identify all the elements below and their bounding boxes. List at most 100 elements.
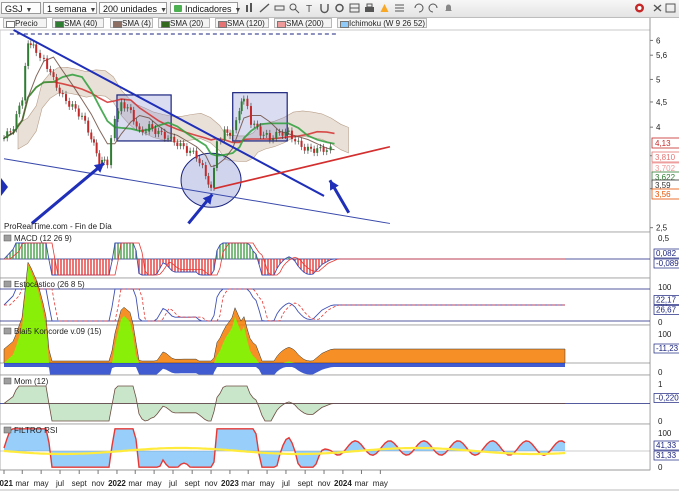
- time-tick-label: nov: [318, 479, 331, 488]
- candle-body: [281, 132, 284, 136]
- menu-icon[interactable]: [664, 2, 677, 14]
- candle-body: [210, 184, 213, 188]
- legend-item[interactable]: Precio: [3, 18, 47, 28]
- legend-item[interactable]: SMA (4): [110, 18, 153, 28]
- legend-swatch: [277, 21, 286, 28]
- time-tick-label: may: [34, 479, 49, 488]
- candle-body: [135, 121, 138, 127]
- time-tick-label: mar: [241, 479, 255, 488]
- value-badge-text: 0,082: [656, 249, 677, 258]
- units-selector[interactable]: 200 unidades ▼: [99, 2, 167, 14]
- candle-body: [182, 143, 185, 147]
- time-tick-label: mar: [15, 479, 29, 488]
- indicator-axis-label: 100: [658, 283, 672, 292]
- candle-body: [61, 93, 64, 95]
- candle-body: [144, 131, 147, 133]
- candle-body: [231, 130, 234, 136]
- time-tick-label: mar: [128, 479, 142, 488]
- price-value-badge-text: 3,810: [655, 153, 676, 162]
- legend-item[interactable]: SMA (120): [215, 18, 269, 28]
- candle-body: [294, 139, 297, 142]
- value-badge-text: -0,220: [656, 394, 679, 403]
- candle-body: [90, 132, 93, 140]
- value-badge-text: 26,67: [656, 306, 677, 315]
- candle-body: [27, 43, 30, 66]
- candle-body: [275, 131, 278, 139]
- magnet-icon[interactable]: [318, 2, 331, 14]
- candle-body: [306, 146, 309, 151]
- time-tick-label: 2022: [108, 479, 126, 488]
- legend-item[interactable]: SMA (20): [158, 18, 210, 28]
- indicator-axis-label: 0: [658, 417, 663, 426]
- candle-body: [316, 148, 319, 153]
- legend-swatch: [340, 21, 349, 28]
- candle-body: [35, 44, 38, 53]
- redo-icon[interactable]: [427, 2, 440, 14]
- list-icon[interactable]: [393, 2, 406, 14]
- price-tick-label: 2,5: [656, 224, 668, 233]
- candle-body: [242, 98, 245, 102]
- candle-body: [141, 129, 144, 133]
- candle-body: [198, 158, 201, 164]
- candle-body: [68, 100, 71, 107]
- time-tick-label: jul: [281, 479, 290, 488]
- close-icon[interactable]: [651, 2, 664, 14]
- legend-item[interactable]: SMA (200): [274, 18, 332, 28]
- candle-body: [52, 72, 55, 78]
- chart-type-icon[interactable]: [243, 2, 256, 14]
- time-tick-label: may: [260, 479, 275, 488]
- timeframe-selector[interactable]: 1 semana ▼: [43, 2, 97, 14]
- bell-icon[interactable]: [442, 2, 455, 14]
- candle-body: [110, 138, 113, 166]
- time-tick-label: 2024: [334, 479, 352, 488]
- price-value-badge-text: 3,56: [655, 190, 671, 199]
- value-badges: 0,082-0,089 22,1726,67 -11,23 -0,220 41,3331…: [651, 137, 679, 461]
- print-icon[interactable]: [363, 2, 376, 14]
- candle-body: [113, 118, 116, 139]
- highlight-box: [116, 94, 172, 142]
- undo-icon[interactable]: [412, 2, 425, 14]
- layout-icon[interactable]: [348, 2, 361, 14]
- candle-body: [235, 120, 238, 131]
- panel-title: Estocástico (26 8 5): [14, 280, 85, 289]
- indicator-axis-label: 100: [658, 330, 672, 339]
- candle-body: [106, 159, 109, 166]
- ichimoku-cloud: [17, 67, 349, 162]
- indicators-label: Indicadores: [185, 4, 232, 14]
- legend-swatch: [161, 21, 170, 28]
- draw-icon[interactable]: [258, 2, 271, 14]
- candle-body: [126, 107, 129, 109]
- candle-body: [229, 132, 232, 136]
- legend-label: SMA (20): [170, 19, 204, 28]
- candle-body: [215, 141, 218, 168]
- zoom-icon[interactable]: [288, 2, 301, 14]
- indicators-button[interactable]: Indicadores ▼: [170, 2, 241, 14]
- legend-item[interactable]: Ichimoku (W 9 26 52): [337, 18, 427, 28]
- candle-body: [160, 130, 163, 132]
- candle-body: [329, 146, 332, 151]
- refresh-icon[interactable]: [633, 2, 646, 14]
- candle-body: [185, 146, 188, 153]
- price-tick-label: 5: [656, 75, 661, 84]
- symbol-selector[interactable]: GSJ ▼: [1, 2, 41, 14]
- candle-body: [313, 148, 316, 153]
- candle-body: [290, 130, 293, 140]
- candle-body: [9, 131, 12, 133]
- candle-body: [154, 128, 157, 135]
- legend-item[interactable]: SMA (40): [52, 18, 104, 28]
- candle-body: [325, 150, 328, 152]
- settings-icon[interactable]: [333, 2, 346, 14]
- chevron-down-icon: ▼: [25, 7, 33, 14]
- alert-icon[interactable]: [378, 2, 391, 14]
- candle-body: [246, 98, 249, 107]
- candle-body: [310, 146, 313, 149]
- candle-body: [32, 44, 35, 46]
- candle-body: [74, 104, 77, 109]
- candle-body: [21, 100, 24, 106]
- candle-body: [6, 131, 9, 139]
- text-icon[interactable]: T: [303, 2, 316, 14]
- time-tick-label: nov: [92, 479, 105, 488]
- ruler-icon[interactable]: [273, 2, 286, 14]
- candle-body: [297, 140, 300, 142]
- candle-body: [265, 133, 268, 135]
